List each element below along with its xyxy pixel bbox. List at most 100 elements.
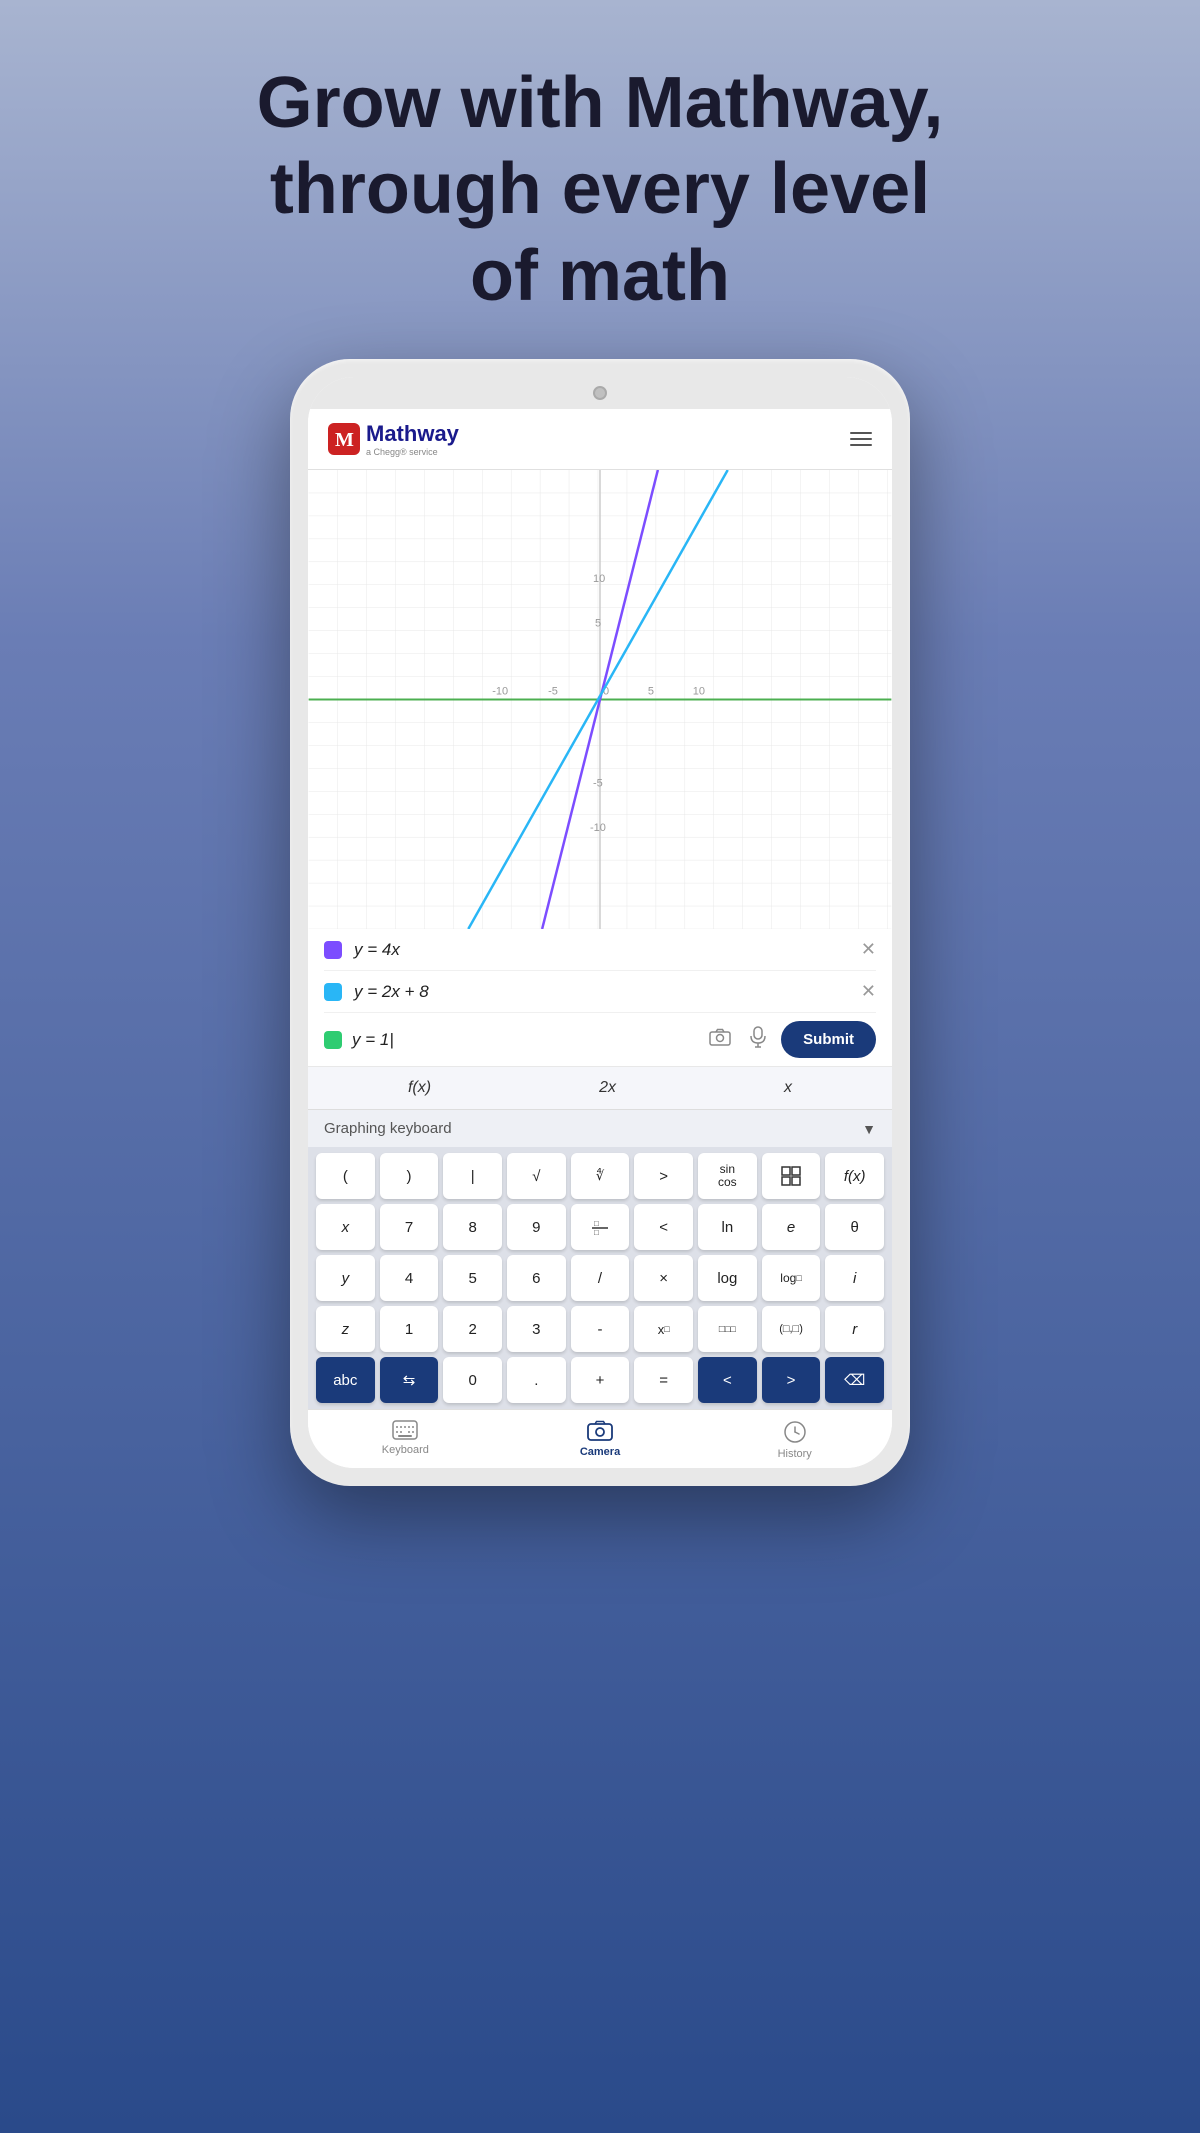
key-1[interactable]: 1	[380, 1306, 439, 1352]
key-8[interactable]: 8	[443, 1204, 502, 1250]
quick-key-2x[interactable]: 2x	[589, 1075, 626, 1101]
key-close-paren[interactable]: )	[380, 1153, 439, 1199]
key-5[interactable]: 5	[443, 1255, 502, 1301]
hamburger-line2	[850, 438, 872, 440]
keyboard-icon	[392, 1420, 418, 1440]
key-gt[interactable]: >	[634, 1153, 693, 1199]
equation-item-1[interactable]: y = 4x ✕	[324, 929, 876, 971]
nav-keyboard[interactable]: Keyboard	[308, 1410, 503, 1468]
keyboard-header[interactable]: Graphing keyboard ▼	[308, 1109, 892, 1147]
key-swap[interactable]: ⇆	[380, 1357, 439, 1403]
key-z-var[interactable]: z	[316, 1306, 375, 1352]
key-x-power[interactable]: x□	[634, 1306, 693, 1352]
svg-text:-10: -10	[590, 822, 606, 834]
key-lt[interactable]: <	[634, 1204, 693, 1250]
key-fx[interactable]: f(x)	[825, 1153, 884, 1199]
app-name: Mathway	[366, 421, 459, 447]
key-nav-right[interactable]: >	[762, 1357, 821, 1403]
key-row-1: ( ) | √ ∜ > sincos	[316, 1153, 884, 1199]
key-coord[interactable]: (□,□)	[762, 1306, 821, 1352]
app-header: M Mathway a Chegg® service	[308, 409, 892, 469]
key-nthroot[interactable]: ∜	[571, 1153, 630, 1199]
menu-button[interactable]	[850, 432, 872, 446]
key-2[interactable]: 2	[443, 1306, 502, 1352]
equation-item-2[interactable]: y = 2x + 8 ✕	[324, 971, 876, 1013]
key-ln[interactable]: ln	[698, 1204, 757, 1250]
nav-camera-label: Camera	[580, 1446, 620, 1458]
mathway-logo-text: Mathway a Chegg® service	[366, 421, 459, 457]
key-x-var[interactable]: x	[316, 1204, 375, 1250]
key-3[interactable]: 3	[507, 1306, 566, 1352]
key-pipe[interactable]: |	[443, 1153, 502, 1199]
nav-camera[interactable]: Camera	[503, 1410, 698, 1468]
key-r-var[interactable]: r	[825, 1306, 884, 1352]
submit-button[interactable]: Submit	[781, 1021, 876, 1058]
svg-text:10: 10	[693, 686, 705, 698]
phone-screen: M Mathway a Chegg® service	[308, 377, 892, 1468]
quick-key-fx[interactable]: f(x)	[398, 1075, 441, 1101]
quick-keys-row: f(x) 2x x	[308, 1066, 892, 1109]
key-y-var[interactable]: y	[316, 1255, 375, 1301]
eq-remove-2[interactable]: ✕	[861, 981, 876, 1002]
key-mixed-num[interactable]: □□□	[698, 1306, 757, 1352]
key-multiply[interactable]: ×	[634, 1255, 693, 1301]
key-log[interactable]: log	[698, 1255, 757, 1301]
nav-history[interactable]: History	[697, 1410, 892, 1468]
mic-icon	[749, 1026, 767, 1048]
svg-text:10: 10	[593, 573, 605, 585]
phone-notch	[308, 377, 892, 409]
key-fraction[interactable]: □ □	[571, 1204, 630, 1250]
quick-key-x[interactable]: x	[774, 1075, 802, 1101]
nav-keyboard-label: Keyboard	[382, 1444, 429, 1456]
key-equals[interactable]: =	[634, 1357, 693, 1403]
history-icon	[783, 1420, 807, 1444]
key-divide[interactable]: /	[571, 1255, 630, 1301]
key-row-4: z 1 2 3 - x□ □□□ (□,□) r	[316, 1306, 884, 1352]
graph-area[interactable]: -10 -5 0 5 10 10 5 -5 -10	[308, 469, 892, 929]
key-row-2: x 7 8 9 □ □ < ln e θ	[316, 1204, 884, 1250]
key-sincos[interactable]: sincos	[698, 1153, 757, 1199]
headline-line3: of math	[470, 236, 730, 316]
svg-text:□: □	[594, 1228, 599, 1236]
eq-color-2	[324, 983, 342, 1001]
key-9[interactable]: 9	[507, 1204, 566, 1250]
nav-history-label: History	[778, 1448, 812, 1460]
key-nav-left[interactable]: <	[698, 1357, 757, 1403]
key-4[interactable]: 4	[380, 1255, 439, 1301]
svg-text:□: □	[594, 1219, 599, 1228]
eq-text-2: y = 2x + 8	[354, 982, 861, 1002]
front-camera	[593, 386, 607, 400]
camera-input-button[interactable]	[705, 1024, 735, 1056]
svg-text:5: 5	[648, 686, 654, 698]
fraction-icon: □ □	[589, 1218, 611, 1236]
headline-line2: through every level	[270, 149, 930, 229]
key-i-var[interactable]: i	[825, 1255, 884, 1301]
keyboard-grid: ( ) | √ ∜ > sincos	[308, 1147, 892, 1409]
key-sqrt[interactable]: √	[507, 1153, 566, 1199]
keyboard-dropdown-icon[interactable]: ▼	[862, 1121, 876, 1137]
mic-button[interactable]	[745, 1022, 771, 1058]
key-dot[interactable]: .	[507, 1357, 566, 1403]
active-equation: y = 1|	[352, 1030, 695, 1050]
camera-input-icon	[709, 1028, 731, 1046]
input-color-indicator	[324, 1031, 342, 1049]
key-minus[interactable]: -	[571, 1306, 630, 1352]
key-e[interactable]: e	[762, 1204, 821, 1250]
key-0[interactable]: 0	[443, 1357, 502, 1403]
key-open-paren[interactable]: (	[316, 1153, 375, 1199]
bottom-nav: Keyboard Camera History	[308, 1409, 892, 1468]
eq-remove-1[interactable]: ✕	[861, 939, 876, 960]
key-grid[interactable]	[762, 1153, 821, 1199]
camera-nav-icon	[587, 1420, 613, 1442]
svg-text:-5: -5	[548, 686, 558, 698]
key-7[interactable]: 7	[380, 1204, 439, 1250]
headline-line1: Grow with Mathway,	[257, 63, 944, 143]
key-log-base[interactable]: log□	[762, 1255, 821, 1301]
key-theta[interactable]: θ	[825, 1204, 884, 1250]
key-plus[interactable]: +	[571, 1357, 630, 1403]
key-abc[interactable]: abc	[316, 1357, 375, 1403]
svg-text:-5: -5	[593, 777, 603, 789]
key-6[interactable]: 6	[507, 1255, 566, 1301]
eq-color-1	[324, 941, 342, 959]
key-backspace[interactable]: ⌫	[825, 1357, 884, 1403]
